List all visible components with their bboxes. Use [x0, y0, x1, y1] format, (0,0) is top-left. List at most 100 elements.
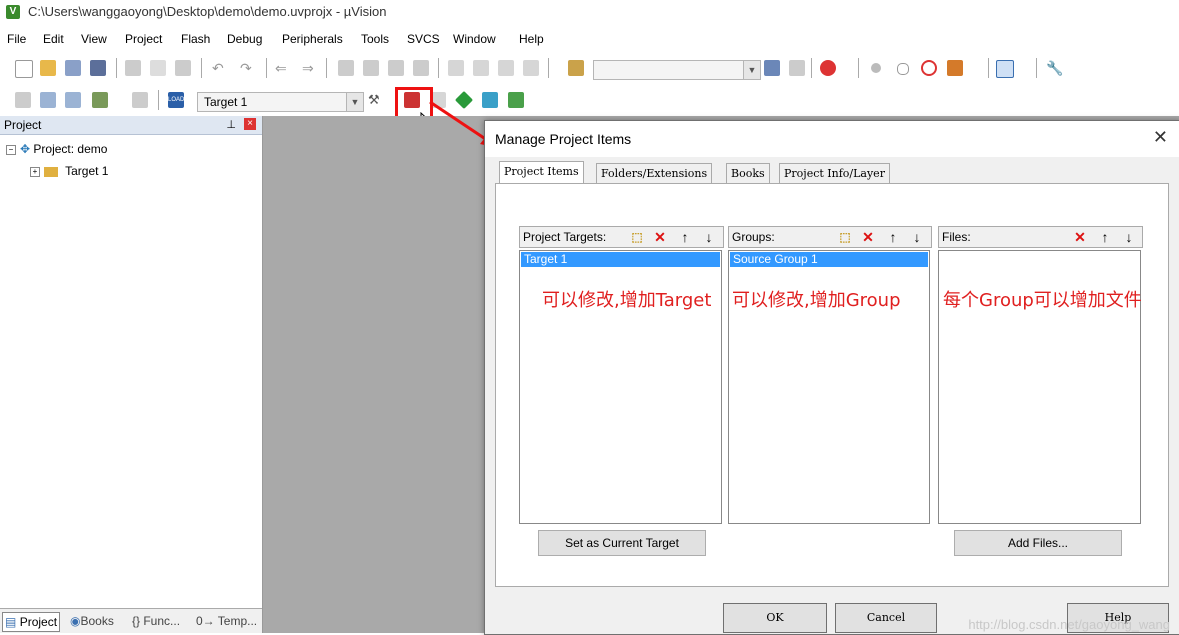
bookmark-icon[interactable]	[338, 60, 354, 76]
incremental-find-icon[interactable]	[789, 60, 805, 76]
window-title: C:\Users\wanggaoyong\Desktop\demo\demo.u…	[28, 4, 387, 19]
build-toolbar: LOAD Target 1 ▼ ⚒	[0, 86, 1179, 116]
tab-project[interactable]: ▤ Project	[2, 612, 61, 632]
menu-debug[interactable]: Debug	[227, 32, 262, 46]
title-bar: V C:\Users\wanggaoyong\Desktop\demo\demo…	[0, 0, 1179, 26]
cancel-button[interactable]: Cancel	[835, 603, 937, 633]
find-in-files-icon[interactable]	[568, 60, 584, 76]
dialog-close-icon[interactable]: ✕	[1153, 127, 1168, 148]
open-folder-icon[interactable]	[40, 60, 56, 76]
manage-project-items-dialog: Manage Project Items ✕ Project Items Fol…	[484, 120, 1179, 635]
bookmark-clear-icon[interactable]	[413, 60, 429, 76]
breakpoint-disable-icon[interactable]	[897, 63, 909, 75]
window-layout-icon[interactable]	[996, 60, 1014, 78]
expand-icon[interactable]: +	[30, 166, 40, 177]
group-list-item[interactable]: Source Group 1	[730, 252, 928, 267]
bookmark-prev-icon[interactable]	[363, 60, 379, 76]
close-icon[interactable]: ×	[244, 118, 256, 130]
target-select[interactable]: Target 1 ▼	[197, 92, 364, 112]
menu-project[interactable]: Project	[125, 32, 162, 46]
uncomment-icon[interactable]	[523, 60, 539, 76]
undo-icon[interactable]: ↶	[212, 60, 228, 76]
project-panel-header: Project ⊥ ×	[0, 116, 262, 135]
build-icon[interactable]	[40, 92, 56, 108]
project-panel-title: Project	[4, 118, 42, 132]
new-file-icon[interactable]	[15, 60, 33, 78]
tree-item-target[interactable]: + Target 1	[30, 164, 108, 178]
move-file-down-icon[interactable]: ↓	[1120, 228, 1138, 246]
menu-flash[interactable]: Flash	[181, 32, 210, 46]
menu-file[interactable]: File	[7, 32, 26, 46]
comment-icon[interactable]	[498, 60, 514, 76]
menu-view[interactable]: View	[81, 32, 107, 46]
delete-file-icon[interactable]: ✕	[1071, 228, 1089, 246]
find-combo[interactable]: ▼	[593, 60, 761, 80]
menu-tools[interactable]: Tools	[361, 32, 389, 46]
cut-icon[interactable]	[125, 60, 141, 76]
copy-icon[interactable]	[150, 60, 166, 76]
move-file-up-icon[interactable]: ↑	[1096, 228, 1114, 246]
delete-group-icon[interactable]: ✕	[859, 228, 877, 246]
save-all-icon[interactable]	[90, 60, 106, 76]
find-icon[interactable]	[764, 60, 780, 76]
tab-folders-extensions[interactable]: Folders/Extensions	[596, 163, 713, 184]
kill-breakpoints-icon[interactable]	[921, 60, 937, 76]
manage-run-time-environment-icon[interactable]	[508, 92, 524, 108]
tab-books-dialog[interactable]: Books	[726, 163, 770, 184]
bookmark-next-icon[interactable]	[388, 60, 404, 76]
menu-peripherals[interactable]: Peripherals	[282, 32, 343, 46]
tab-books[interactable]: ◉Books	[68, 612, 116, 630]
translate-icon[interactable]	[15, 92, 31, 108]
options-for-target-icon[interactable]: ⚒	[368, 92, 384, 108]
targets-header: Project Targets: ⬚ ✕ ↑ ↓	[519, 226, 724, 248]
delete-target-icon[interactable]: ✕	[651, 228, 669, 246]
targets-annotation: 可以修改,增加Target	[542, 290, 712, 311]
project-items-pane: Project Targets: ⬚ ✕ ↑ ↓ Target 1 可以修改,增…	[495, 183, 1169, 587]
indent-icon[interactable]	[448, 60, 464, 76]
debug-session-icon[interactable]	[820, 60, 836, 76]
move-target-up-icon[interactable]: ↑	[676, 228, 694, 246]
redo-icon[interactable]: ↷	[240, 60, 256, 76]
target-list-item[interactable]: Target 1	[521, 252, 720, 267]
new-target-icon[interactable]: ⬚	[628, 228, 646, 246]
tab-functions[interactable]: {} Func...	[130, 612, 182, 630]
file-toolbar: ↶ ↷ ⇐ ⇒ ▼ 🔧	[0, 54, 1179, 84]
add-files-button[interactable]: Add Files...	[954, 530, 1122, 556]
breakpoint-icon[interactable]	[871, 63, 881, 73]
paste-icon[interactable]	[175, 60, 191, 76]
wrench-icon[interactable]: 🔧	[1046, 60, 1063, 76]
move-group-down-icon[interactable]: ↓	[908, 228, 926, 246]
batch-build-icon[interactable]	[92, 92, 108, 108]
tree-item-project[interactable]: − ✥ Project: demo	[6, 142, 107, 156]
nav-forward-icon[interactable]: ⇒	[302, 60, 318, 76]
books-tab-icon: ◉	[70, 614, 81, 628]
menu-help[interactable]: Help	[519, 32, 544, 46]
move-group-up-icon[interactable]: ↑	[884, 228, 902, 246]
tab-books-label: Books	[80, 614, 114, 628]
tree-item-target-label: Target 1	[65, 164, 109, 178]
new-group-icon[interactable]: ⬚	[836, 228, 854, 246]
download-icon[interactable]: LOAD	[168, 92, 184, 108]
folder-icon	[44, 166, 58, 177]
move-target-down-icon[interactable]: ↓	[700, 228, 718, 246]
tab-project-label: Project	[19, 615, 58, 629]
tab-templates[interactable]: 0→ Temp...	[194, 612, 259, 630]
unindent-icon[interactable]	[473, 60, 489, 76]
pin-icon[interactable]: ⊥	[226, 118, 236, 131]
project-panel: Project ⊥ × − ✥ Project: demo + Target 1 …	[0, 116, 263, 633]
menu-edit[interactable]: Edit	[43, 32, 64, 46]
stop-build-icon[interactable]	[132, 92, 148, 108]
save-icon[interactable]	[65, 60, 81, 76]
configure-icon[interactable]	[947, 60, 963, 76]
ok-button[interactable]: OK	[723, 603, 827, 633]
collapse-icon[interactable]: −	[6, 144, 16, 155]
tab-project-info-layer[interactable]: Project Info/Layer	[779, 163, 890, 184]
set-current-target-button[interactable]: Set as Current Target	[538, 530, 706, 556]
target-select-value: Target 1	[204, 95, 248, 109]
nav-back-icon[interactable]: ⇐	[275, 60, 291, 76]
menu-svcs[interactable]: SVCS	[407, 32, 440, 46]
groups-annotation: 可以修改,增加Group	[732, 290, 901, 311]
menu-window[interactable]: Window	[453, 32, 496, 46]
rebuild-icon[interactable]	[65, 92, 81, 108]
tab-project-items[interactable]: Project Items	[499, 161, 584, 184]
